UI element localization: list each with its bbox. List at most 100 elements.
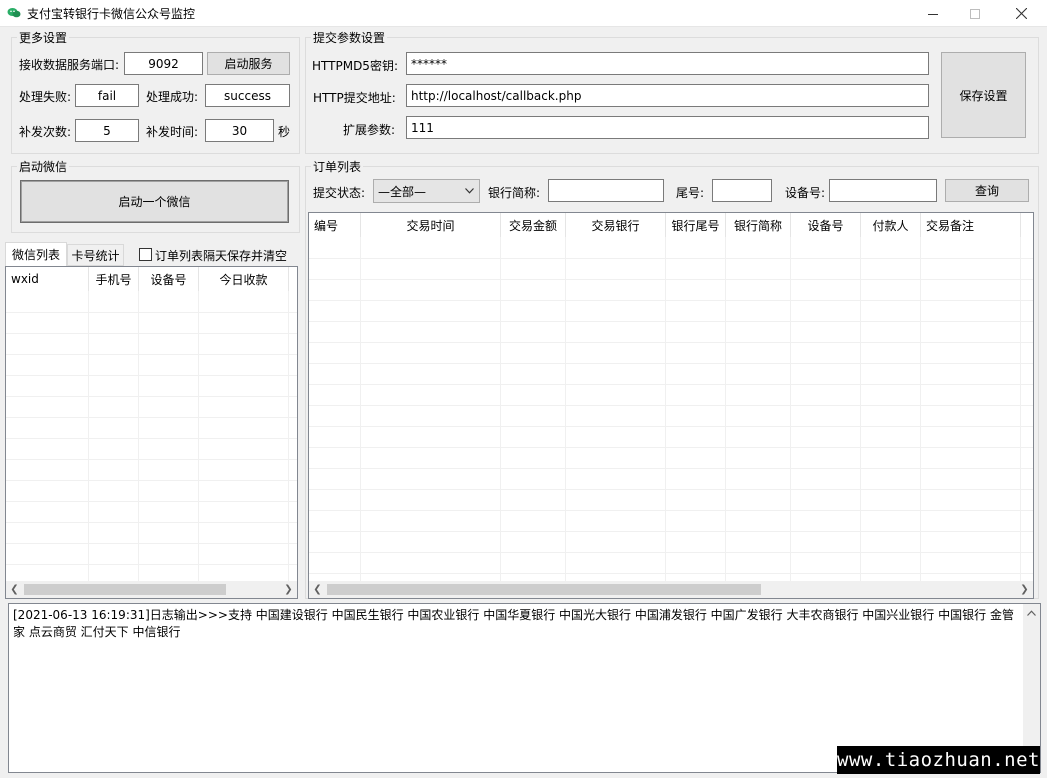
grid-line <box>309 300 1033 301</box>
grid-line <box>309 279 1033 280</box>
orders-list-view[interactable]: 编号 交易时间 交易金额 交易银行 银行尾号 银行简称 设备号 付款人 交易备注… <box>308 212 1034 599</box>
column-header-bank-tail[interactable]: 银行尾号 <box>666 213 726 237</box>
ext-input[interactable]: 111 <box>406 116 929 139</box>
column-header-device[interactable]: 设备号 <box>139 267 199 291</box>
more-settings-title: 更多设置 <box>17 29 70 46</box>
grid-line <box>309 489 1033 490</box>
title-bar: 支付宝转银行卡微信公众号监控 <box>0 0 1047 27</box>
wechat-list-view[interactable]: wxid 手机号 设备号 今日收款 ❮ ❯ <box>5 266 298 599</box>
chevron-down-icon <box>465 188 474 194</box>
grid-line <box>6 396 297 397</box>
url-input[interactable]: http://localhost/callback.php <box>406 84 929 107</box>
grid-line <box>725 237 726 581</box>
close-icon <box>1015 8 1027 19</box>
port-label: 接收数据服务端口: <box>19 58 120 72</box>
grid-line <box>198 291 199 581</box>
grid-line <box>360 237 361 581</box>
tail-input[interactable] <box>712 179 772 202</box>
column-header-today-income[interactable]: 今日收款 <box>199 267 289 291</box>
ext-label: 扩展参数: <box>343 123 396 137</box>
wechat-app-icon <box>7 8 21 18</box>
column-header-wxid[interactable]: wxid <box>6 267 89 291</box>
grid-line <box>500 237 501 581</box>
column-header-amount[interactable]: 交易金额 <box>501 213 566 237</box>
column-header-remark[interactable]: 交易备注 <box>921 213 1021 237</box>
tab-card-stats[interactable]: 卡号统计 <box>67 244 124 266</box>
grid-line <box>309 552 1033 553</box>
column-header-id[interactable]: 编号 <box>309 213 361 237</box>
tab-wechat-list[interactable]: 微信列表 <box>5 242 67 266</box>
column-header-trade-time[interactable]: 交易时间 <box>361 213 501 237</box>
column-header-payer[interactable]: 付款人 <box>861 213 921 237</box>
grid-line <box>138 291 139 581</box>
minimize-button[interactable] <box>910 0 956 27</box>
grid-line <box>6 417 297 418</box>
grid-line <box>309 321 1033 322</box>
wechat-list-hscroll-thumb[interactable] <box>24 584 226 595</box>
fail-input[interactable]: fail <box>75 84 139 107</box>
grid-line <box>309 573 1033 574</box>
wechat-list-header: wxid 手机号 设备号 今日收款 <box>6 267 289 291</box>
close-button[interactable] <box>998 0 1044 27</box>
grid-line <box>6 501 297 502</box>
scroll-left-icon[interactable]: ❮ <box>6 581 23 598</box>
grid-line <box>6 564 297 565</box>
column-header-trade-bank[interactable]: 交易银行 <box>566 213 666 237</box>
scroll-right-icon[interactable]: ❯ <box>1016 581 1033 598</box>
start-service-button[interactable]: 启动服务 <box>207 52 290 75</box>
grid-line <box>309 531 1033 532</box>
grid-line <box>309 510 1033 511</box>
success-input[interactable]: success <box>205 84 290 107</box>
grid-line <box>920 237 921 581</box>
maximize-button[interactable] <box>952 0 998 27</box>
scroll-right-icon[interactable]: ❯ <box>280 581 297 598</box>
status-select[interactable]: —全部— <box>373 179 480 203</box>
column-header-bank-abbr[interactable]: 银行简称 <box>726 213 791 237</box>
retry-time-label: 补发时间: <box>146 125 199 139</box>
start-wechat-title: 启动微信 <box>17 158 70 175</box>
status-select-value: —全部— <box>378 184 427 199</box>
retry-count-input[interactable]: 5 <box>75 119 139 142</box>
grid-line <box>6 438 297 439</box>
md5-input[interactable]: ****** <box>406 52 929 75</box>
grid-line <box>309 363 1033 364</box>
orders-list-header: 编号 交易时间 交易金额 交易银行 银行尾号 银行简称 设备号 付款人 交易备注 <box>309 213 1021 237</box>
orders-title: 订单列表 <box>311 158 364 175</box>
bank-abbr-input[interactable] <box>548 179 664 202</box>
orders-list-hscroll-thumb[interactable] <box>327 584 761 595</box>
clear-orders-label: 订单列表隔天保存并清空 <box>155 249 288 263</box>
port-input[interactable]: 9092 <box>124 52 203 75</box>
start-one-wechat-button[interactable]: 启动一个微信 <box>20 180 289 223</box>
minimize-icon <box>928 13 938 15</box>
grid-line <box>665 237 666 581</box>
device-label: 设备号: <box>785 186 826 200</box>
retry-time-input[interactable]: 30 <box>205 119 274 142</box>
device-input[interactable] <box>829 179 937 202</box>
grid-line <box>309 468 1033 469</box>
submit-settings-title: 提交参数设置 <box>311 29 388 46</box>
md5-label: HTTPMD5密钥: <box>312 59 398 73</box>
grid-line <box>6 312 297 313</box>
scroll-up-icon[interactable] <box>1027 610 1036 616</box>
orders-list-hscrollbar[interactable]: ❮ ❯ <box>309 581 1033 598</box>
scroll-left-icon[interactable]: ❮ <box>309 581 326 598</box>
bank-abbr-label: 银行简称: <box>488 186 541 200</box>
grid-line <box>790 237 791 581</box>
save-settings-button[interactable]: 保存设置 <box>941 52 1026 138</box>
grid-line <box>309 447 1033 448</box>
grid-line <box>1020 237 1021 581</box>
query-button[interactable]: 查询 <box>945 179 1029 202</box>
grid-line <box>309 384 1033 385</box>
column-header-device-no[interactable]: 设备号 <box>791 213 861 237</box>
column-header-phone[interactable]: 手机号 <box>89 267 139 291</box>
wechat-list-hscrollbar[interactable]: ❮ ❯ <box>6 581 297 598</box>
maximize-icon <box>970 8 980 19</box>
grid-line <box>6 459 297 460</box>
grid-line <box>309 342 1033 343</box>
grid-line <box>565 237 566 581</box>
seconds-unit: 秒 <box>278 125 291 139</box>
clear-orders-checkbox[interactable] <box>139 248 152 261</box>
fail-label: 处理失败: <box>19 90 72 104</box>
watermark: www.tiaozhuan.net <box>837 746 1040 774</box>
grid-line <box>6 543 297 544</box>
